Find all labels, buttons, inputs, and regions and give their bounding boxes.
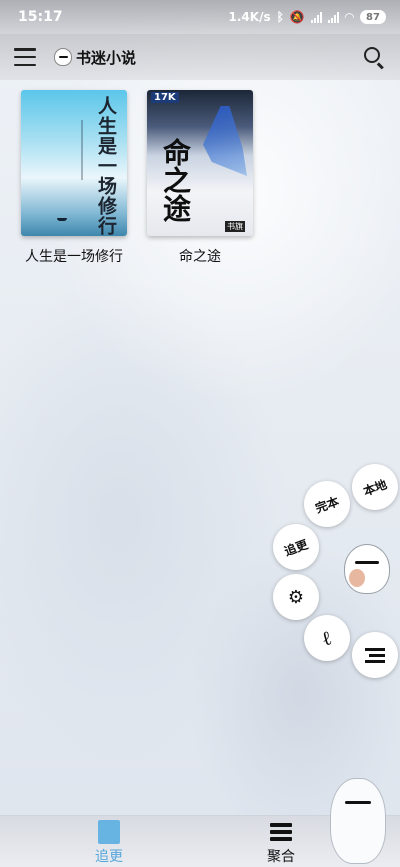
- gear-icon: ⚙: [287, 586, 305, 608]
- settings-button[interactable]: ⚙: [273, 574, 319, 620]
- hamburger-menu-icon[interactable]: [14, 48, 36, 66]
- boat-decoration: [57, 218, 67, 221]
- brand-button[interactable]: ℓ: [304, 615, 350, 661]
- cover-publisher-mark: 书旗: [225, 221, 245, 232]
- book-title[interactable]: 人生是一场修行: [25, 246, 123, 266]
- wifi-icon: ◠: [344, 10, 354, 24]
- book-item[interactable]: 人生是一场修行 人生是一场修行: [20, 90, 128, 266]
- mascot-logo-icon: [54, 48, 72, 66]
- book-cover[interactable]: 人生是一场修行: [21, 90, 127, 236]
- app-title: 书迷小说: [76, 48, 137, 67]
- silent-icon: 🔕: [289, 10, 305, 24]
- cover-title-text: 命之途: [159, 138, 192, 222]
- complete-books-button[interactable]: 完本: [304, 481, 350, 527]
- status-bar: 15:17 1.4K/s ᛒ 🔕 ◠ 87: [0, 0, 400, 34]
- search-icon[interactable]: [362, 45, 386, 70]
- app-bar: 书迷小说: [0, 34, 400, 80]
- list-icon: [365, 647, 385, 663]
- signal-icon: [310, 11, 322, 23]
- status-time: 15:17: [18, 9, 63, 25]
- tab-follow[interactable]: 追更: [95, 820, 123, 866]
- network-speed: 1.4K/s: [228, 10, 271, 24]
- cover-title-text: 人生是一场修行: [95, 96, 117, 236]
- book-icon: [98, 820, 120, 844]
- book-title[interactable]: 命之途: [179, 246, 221, 266]
- list-button[interactable]: [352, 632, 398, 678]
- e-logo-icon: ℓ: [320, 624, 334, 651]
- app-logo: 书迷小说: [54, 47, 136, 68]
- status-indicators: 1.4K/s ᛒ 🔕 ◠ 87: [229, 10, 386, 24]
- bluetooth-icon: ᛒ: [276, 10, 284, 24]
- cover-brand-logo: 17K: [151, 92, 179, 103]
- tab-aggregate[interactable]: 聚合: [267, 820, 295, 866]
- mascot-float-toggle[interactable]: [344, 544, 390, 594]
- mascot-corner-decoration: [330, 778, 386, 864]
- book-item[interactable]: 17K 命之途 书旗 命之途: [146, 90, 254, 266]
- tab-label: 聚合: [267, 849, 295, 865]
- local-books-button[interactable]: 本地: [352, 464, 398, 510]
- signal-icon-2: [327, 11, 339, 23]
- book-cover[interactable]: 17K 命之途 书旗: [147, 90, 253, 236]
- stack-icon: [270, 820, 292, 844]
- follow-updates-button[interactable]: 追更: [273, 524, 319, 570]
- battery-indicator: 87: [360, 10, 386, 24]
- tab-label: 追更: [95, 849, 123, 865]
- cover-figure-illustration: [203, 106, 247, 176]
